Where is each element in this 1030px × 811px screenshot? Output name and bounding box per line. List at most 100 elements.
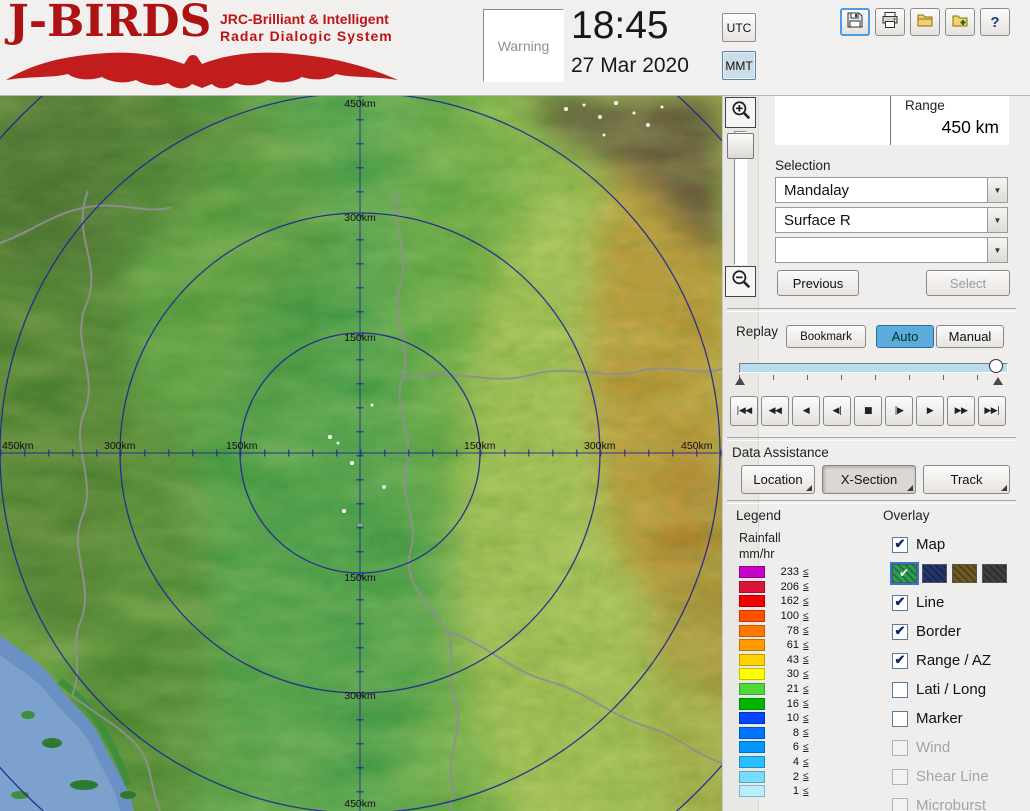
legend-value: 30 <box>769 668 799 680</box>
legend-swatch <box>739 654 765 666</box>
overlay-item-marker[interactable]: Marker <box>892 704 1012 733</box>
checkbox-microburst <box>892 798 908 811</box>
fast-rewind-button[interactable]: ◀◀ <box>761 396 789 426</box>
legend-value: 2 <box>769 771 799 783</box>
legend-lte: ≤ <box>803 757 809 768</box>
previous-button[interactable]: Previous <box>777 270 859 296</box>
location-button[interactable]: Location <box>741 465 815 494</box>
play-button[interactable]: ▶ <box>916 396 944 426</box>
select-button[interactable]: Select <box>926 270 1010 296</box>
legend-value: 233 <box>769 566 799 578</box>
legend-lte: ≤ <box>803 654 809 665</box>
range-ring-label: 450km <box>681 440 713 452</box>
legend-row: 10≤ <box>739 711 809 726</box>
radar-map[interactable]: 450km 300km 150km 150km 300km 450km 450k… <box>0 95 722 811</box>
legend-unit-1: Rainfall <box>739 531 781 545</box>
clock-time: 18:45 <box>571 4 669 48</box>
legend-lte: ≤ <box>803 669 809 680</box>
zoom-out-button[interactable] <box>725 266 756 297</box>
overlay-item-line[interactable]: Line <box>892 588 1012 617</box>
rainfall-legend: 233≤ 206≤ 162≤ 100≤ 78≤ 61≤ 43≤ 30≤ 21≤ … <box>739 565 809 799</box>
range-ring-label: 150km <box>344 332 376 344</box>
stop-button[interactable]: ■ <box>854 396 882 426</box>
legend-value: 6 <box>769 741 799 753</box>
range-ring-label: 150km <box>226 440 258 452</box>
legend-swatch <box>739 756 765 768</box>
legend-value: 206 <box>769 581 799 593</box>
chevron-down-icon: ▼ <box>994 246 1002 255</box>
legend-lte: ≤ <box>803 567 809 578</box>
divider <box>727 437 1016 441</box>
fast-forward-button[interactable]: ▶▶ <box>947 396 975 426</box>
range-ring-label: 450km <box>344 98 376 110</box>
product-dropdown-arrow[interactable]: ▼ <box>987 208 1007 232</box>
overlay-item-map[interactable]: Map <box>892 531 1012 558</box>
utc-button[interactable]: UTC <box>722 13 756 42</box>
checkbox-range-az[interactable] <box>892 653 908 669</box>
data-assistance-label: Data Assistance <box>732 445 829 460</box>
track-button[interactable]: Track <box>923 465 1010 494</box>
legend-lte: ≤ <box>803 596 809 607</box>
product-dropdown[interactable]: Surface R ▼ <box>775 207 1008 233</box>
save-button[interactable] <box>840 8 870 36</box>
legend-swatch <box>739 785 765 797</box>
legend-lte: ≤ <box>803 611 809 622</box>
xsection-button[interactable]: X-Section <box>822 465 916 494</box>
save-icon <box>846 11 864 34</box>
go-first-button[interactable]: |◀◀ <box>730 396 758 426</box>
legend-swatch <box>739 771 765 783</box>
site-dropdown-value: Mandalay <box>784 182 849 199</box>
play-reverse-button[interactable]: ◀ <box>792 396 820 426</box>
overlay-item-border[interactable]: Border <box>892 617 1012 646</box>
help-button[interactable]: ? <box>980 8 1010 36</box>
warning-list[interactable]: Warning <box>483 9 564 82</box>
overlay-item-microburst: Microburst <box>892 791 1012 811</box>
open-folder-icon <box>916 11 934 34</box>
replay-slider-track[interactable] <box>739 363 1008 373</box>
checkbox-map[interactable] <box>892 537 908 553</box>
print-button[interactable] <box>875 8 905 36</box>
overlay-item-range-az[interactable]: Range / AZ <box>892 646 1012 675</box>
eagle-logo-icon <box>2 50 402 95</box>
zoom-slider-thumb[interactable] <box>727 133 754 159</box>
overlay-item-lati-long[interactable]: Lati / Long <box>892 675 1012 704</box>
replay-slider-thumb[interactable] <box>989 359 1003 373</box>
auto-button[interactable]: Auto <box>876 325 934 348</box>
extra-dropdown[interactable]: ▼ <box>775 237 1008 263</box>
site-dropdown-arrow[interactable]: ▼ <box>987 178 1007 202</box>
checkbox-marker[interactable] <box>892 711 908 727</box>
logo-subtitle-2: Radar Dialogic System <box>220 28 393 44</box>
step-back-button[interactable]: ◀| <box>823 396 851 426</box>
step-forward-button[interactable]: |▶ <box>885 396 913 426</box>
extra-dropdown-arrow[interactable]: ▼ <box>987 238 1007 262</box>
legend-row: 16≤ <box>739 696 809 711</box>
map-style-swatch-green[interactable] <box>892 564 917 583</box>
legend-lte: ≤ <box>803 713 809 724</box>
legend-value: 100 <box>769 610 799 622</box>
checkbox-wind <box>892 740 908 756</box>
legend-row: 6≤ <box>739 740 809 755</box>
site-dropdown[interactable]: Mandalay ▼ <box>775 177 1008 203</box>
checkbox-border[interactable] <box>892 624 908 640</box>
map-style-swatch-navy[interactable] <box>922 564 947 583</box>
range-ring-label: 300km <box>104 440 136 452</box>
zoom-in-button[interactable] <box>725 97 756 128</box>
playback-controls: |◀◀ ◀◀ ◀ ◀| ■ |▶ ▶ ▶▶ ▶▶| <box>730 396 1006 426</box>
import-button[interactable] <box>945 8 975 36</box>
go-last-button[interactable]: ▶▶| <box>978 396 1006 426</box>
legend-swatch <box>739 741 765 753</box>
map-style-swatch-gray[interactable] <box>982 564 1007 583</box>
map-style-swatch-olive[interactable] <box>952 564 977 583</box>
legend-lte: ≤ <box>803 581 809 592</box>
checkbox-line[interactable] <box>892 595 908 611</box>
mmt-button[interactable]: MMT <box>722 51 756 80</box>
legend-row: 8≤ <box>739 726 809 741</box>
legend-value: 16 <box>769 698 799 710</box>
overlay-item-wind: Wind <box>892 733 1012 762</box>
checkbox-lati-long[interactable] <box>892 682 908 698</box>
manual-button[interactable]: Manual <box>936 325 1004 348</box>
open-button[interactable] <box>910 8 940 36</box>
clock-date: 27 Mar 2020 <box>571 54 689 78</box>
bookmark-button[interactable]: Bookmark <box>786 325 866 348</box>
replay-range-end-marker <box>993 377 1003 385</box>
